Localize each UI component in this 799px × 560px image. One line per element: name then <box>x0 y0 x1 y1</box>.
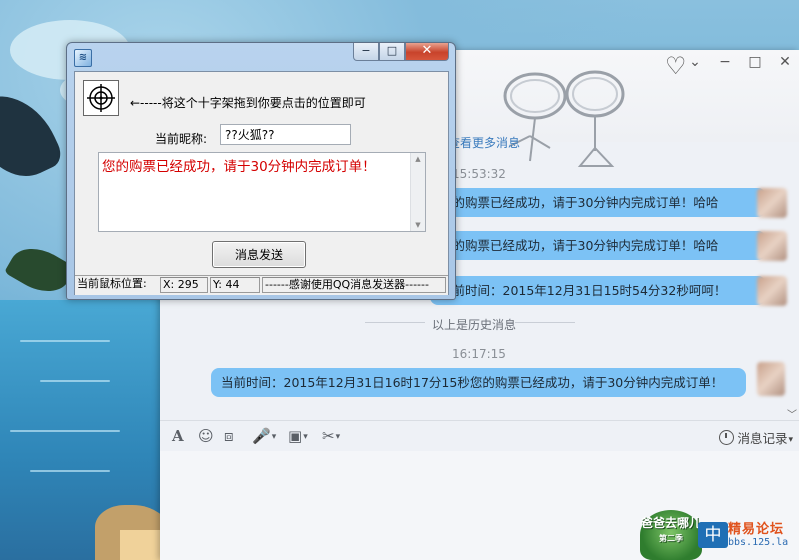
qq-message-sender-dialog: ≋ − □ ✕ ←-----将这个十字架拖到你要点击的位置即可 当前昵称: 您的… <box>66 42 456 300</box>
nickname-label: 当前昵称: <box>155 132 208 146</box>
app-icon: ≋ <box>74 49 92 67</box>
chat-toolbar: A ☺ ⧈ 🎤▾ ▣▾ ✂▾ 消息记录▾ <box>160 420 799 451</box>
font-icon[interactable]: A <box>172 427 184 445</box>
see-more-link[interactable]: 查看更多消息 <box>448 134 520 151</box>
message-bubble: 当前时间：2015年12月31日15时54分32秒呵呵！ <box>430 276 766 305</box>
site-brand: 精易论坛 bbs.125.la <box>728 522 789 548</box>
history-divider-label: 以上是历史消息 <box>432 318 517 332</box>
send-message-button[interactable]: 消息发送 <box>212 241 306 268</box>
chevron-down-icon[interactable]: ⌄ <box>687 54 703 70</box>
message-timestamp: 15:53:32 <box>452 167 506 181</box>
message-timestamp: 16:17:15 <box>452 347 506 361</box>
voice-icon[interactable]: 🎤▾ <box>252 427 276 446</box>
mouse-position-label: 当前鼠标位置: <box>77 277 147 290</box>
thanks-message: ------感谢使用QQ消息发送器------ <box>262 277 446 293</box>
history-divider <box>365 322 765 323</box>
dialog-titlebar[interactable]: ≋ − □ ✕ <box>67 43 455 69</box>
dialog-client-area: ←-----将这个十字架拖到你要点击的位置即可 当前昵称: 您的购票已经成功，请… <box>74 71 449 295</box>
minimize-button[interactable]: − <box>353 43 379 61</box>
screenshot-icon[interactable]: ⧈ <box>224 427 234 445</box>
avatar[interactable] <box>757 362 785 396</box>
dialog-window-controls: − □ ✕ <box>353 43 449 61</box>
image-icon[interactable]: ▣▾ <box>288 427 308 446</box>
message-textarea[interactable]: 您的购票已经成功，请于30分钟内完成订单！ ▲ ▼ <box>98 152 426 232</box>
avatar[interactable] <box>757 188 787 218</box>
clock-icon <box>719 430 735 445</box>
close-button[interactable]: ✕ <box>405 43 449 61</box>
nickname-field[interactable] <box>220 124 351 145</box>
forum-logo: 爸爸去哪儿 第二季 中 精易论坛 bbs.125.la <box>640 510 799 560</box>
rings-illustration <box>503 70 625 167</box>
message-bubble: 您的购票已经成功，请于30分钟内完成订单！哈哈 <box>430 188 766 217</box>
avatar[interactable] <box>757 276 787 306</box>
message-record-button[interactable]: 消息记录▾ <box>719 428 793 447</box>
status-bar: 当前鼠标位置: X: 295 Y: 44 ------感谢使用QQ消息发送器--… <box>75 275 448 295</box>
show-logo-badge: 爸爸去哪儿 第二季 <box>640 510 702 560</box>
scroll-down-icon[interactable]: ﹀ <box>787 406 797 421</box>
maximize-icon[interactable]: □ <box>747 54 763 70</box>
ime-indicator[interactable]: 中 <box>698 522 728 548</box>
bird-silhouette <box>0 79 66 191</box>
house-decoration <box>120 530 160 560</box>
crosshair-drag-handle[interactable] <box>83 80 119 116</box>
mouse-y-value: Y: 44 <box>210 277 260 293</box>
close-icon[interactable]: ✕ <box>777 54 793 70</box>
avatar[interactable] <box>757 231 787 261</box>
crosshair-hint: ←-----将这个十字架拖到你要点击的位置即可 <box>130 96 366 110</box>
minimize-icon[interactable]: − <box>717 54 733 70</box>
chat-window-controls: ⌄ − □ ✕ <box>687 54 793 70</box>
scissors-icon[interactable]: ✂▾ <box>322 427 340 446</box>
emoji-icon[interactable]: ☺ <box>198 427 214 445</box>
mouse-x-value: X: 295 <box>160 277 208 293</box>
message-scrollbar[interactable]: ▲ ▼ <box>410 153 425 231</box>
scroll-down-icon[interactable]: ▼ <box>411 219 425 231</box>
message-text: 您的购票已经成功，请于30分钟内完成订单！ <box>102 159 376 175</box>
message-bubble: 您的购票已经成功，请于30分钟内完成订单！哈哈 <box>430 231 766 260</box>
maximize-button[interactable]: □ <box>379 43 405 61</box>
scroll-up-icon[interactable]: ▲ <box>411 153 425 165</box>
crosshair-icon <box>87 84 115 112</box>
message-bubble: 当前时间：2015年12月31日16时17分15秒您的购票已经成功，请于30分钟… <box>211 368 746 397</box>
